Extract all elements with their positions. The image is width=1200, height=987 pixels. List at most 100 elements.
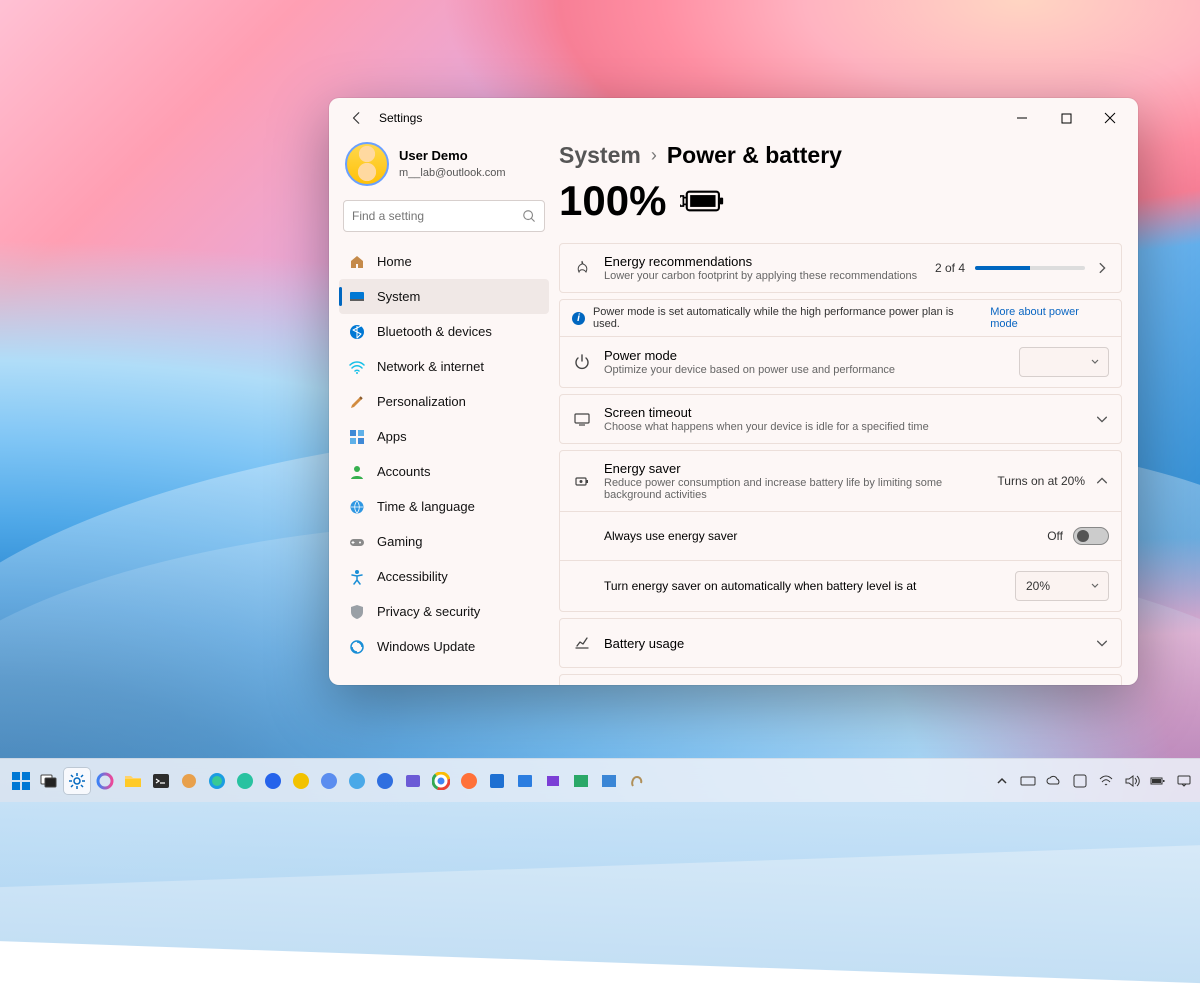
taskbar-settings[interactable] [64, 768, 90, 794]
taskbar-app-2[interactable] [260, 768, 286, 794]
nav-list: Home System Bluetooth & devices Network … [339, 244, 549, 664]
power-mode-link[interactable]: More about power mode [990, 306, 1109, 330]
power-mode-card: i Power mode is set automatically while … [559, 299, 1122, 388]
energy-saver-header[interactable]: Energy saver Reduce power consumption an… [560, 451, 1121, 511]
energy-rec-sub: Lower your carbon footprint by applying … [604, 270, 923, 282]
search-input[interactable] [352, 209, 522, 223]
breadcrumb-parent[interactable]: System [559, 142, 641, 169]
nav-bluetooth[interactable]: Bluetooth & devices [339, 314, 549, 349]
nav-gaming[interactable]: Gaming [339, 524, 549, 559]
taskbar-chrome[interactable] [428, 768, 454, 794]
energy-rec-counter: 2 of 4 [935, 261, 965, 275]
taskbar-firefox[interactable] [456, 768, 482, 794]
screen-timeout-title: Screen timeout [604, 405, 1083, 420]
nav-accessibility[interactable]: Accessibility [339, 559, 549, 594]
taskbar-app-9[interactable] [568, 768, 594, 794]
bluetooth-icon [349, 324, 365, 340]
energy-recommendations-card[interactable]: Energy recommendations Lower your carbon… [559, 243, 1122, 293]
chevron-right-icon: › [651, 145, 657, 166]
always-energy-saver-row: Always use energy saver Off [560, 512, 1121, 560]
battery-saver-icon [572, 473, 592, 489]
tray-app-icon[interactable] [1072, 773, 1088, 789]
energy-saver-card: Energy saver Reduce power consumption an… [559, 450, 1122, 612]
taskbar-apps [8, 768, 650, 794]
globe-icon [349, 499, 365, 515]
taskbar-copilot[interactable] [92, 768, 118, 794]
nav-network[interactable]: Network & internet [339, 349, 549, 384]
power-icon [572, 354, 592, 370]
tray-notifications-icon[interactable] [1176, 773, 1192, 789]
taskbar-app-6[interactable] [484, 768, 510, 794]
tray-battery-icon[interactable] [1150, 773, 1166, 789]
search-box[interactable] [343, 200, 545, 232]
breadcrumb: System › Power & battery [559, 142, 1122, 169]
power-mode-sub: Optimize your device based on power use … [604, 364, 1007, 376]
auto-energy-saver-label: Turn energy saver on automatically when … [604, 579, 1003, 593]
tray-onedrive-icon[interactable] [1046, 773, 1062, 789]
screen-timeout-sub: Choose what happens when your device is … [604, 421, 1083, 433]
tray-wifi-icon[interactable] [1098, 773, 1114, 789]
nav-personalization[interactable]: Personalization [339, 384, 549, 419]
always-energy-saver-state: Off [1047, 529, 1063, 543]
taskbar-app-5[interactable] [400, 768, 426, 794]
taskbar-app-4[interactable] [372, 768, 398, 794]
settings-window: Settings User Demo m__lab@outlook.com Ho… [329, 98, 1138, 685]
taskbar-app-7[interactable] [512, 768, 538, 794]
taskbar-edge-beta[interactable] [344, 768, 370, 794]
close-button[interactable] [1088, 103, 1132, 133]
tray-keyboard-icon[interactable] [1020, 773, 1036, 789]
energy-saver-title: Energy saver [604, 461, 985, 476]
nav-system[interactable]: System [339, 279, 549, 314]
home-icon [349, 254, 365, 270]
back-button[interactable] [341, 102, 373, 134]
maximize-button[interactable] [1044, 103, 1088, 133]
nav-windows-update[interactable]: Windows Update [339, 629, 549, 664]
taskbar-app-8[interactable] [540, 768, 566, 794]
taskbar-edge-canary[interactable] [288, 768, 314, 794]
main-content: System › Power & battery 100% Energy rec… [555, 138, 1138, 685]
taskview-button[interactable] [36, 768, 62, 794]
system-tray [994, 773, 1192, 789]
nav-home[interactable]: Home [339, 244, 549, 279]
energy-rec-progress [975, 266, 1085, 270]
taskbar-edge-dev[interactable] [232, 768, 258, 794]
nav-accounts[interactable]: Accounts [339, 454, 549, 489]
taskbar-edge[interactable] [204, 768, 230, 794]
taskbar-explorer[interactable] [120, 768, 146, 794]
profile-name: User Demo [399, 148, 506, 163]
minimize-button[interactable] [1000, 103, 1044, 133]
nav-privacy[interactable]: Privacy & security [339, 594, 549, 629]
power-mode-select[interactable] [1019, 347, 1109, 377]
nav-apps[interactable]: Apps [339, 419, 549, 454]
window-title: Settings [379, 111, 422, 125]
nav-time-language[interactable]: Time & language [339, 489, 549, 524]
taskbar-terminal[interactable] [148, 768, 174, 794]
person-icon [349, 464, 365, 480]
taskbar-app-1[interactable] [176, 768, 202, 794]
update-icon [349, 639, 365, 655]
leaf-icon [572, 260, 592, 276]
energy-saver-sub: Reduce power consumption and increase ba… [604, 477, 985, 501]
battery-hero: 100% [559, 177, 1122, 225]
auto-energy-saver-select[interactable]: 20% [1015, 571, 1109, 601]
apps-icon [349, 429, 365, 445]
search-icon [522, 209, 536, 223]
profile[interactable]: User Demo m__lab@outlook.com [339, 138, 549, 200]
tray-volume-icon[interactable] [1124, 773, 1140, 789]
taskbar [0, 758, 1200, 802]
tray-overflow-icon[interactable] [994, 773, 1010, 789]
always-energy-saver-toggle[interactable] [1073, 527, 1109, 545]
taskbar-app-11[interactable] [624, 768, 650, 794]
screen-timeout-card[interactable]: Screen timeout Choose what happens when … [559, 394, 1122, 444]
battery-usage-card[interactable]: Battery usage [559, 618, 1122, 668]
taskbar-app-10[interactable] [596, 768, 622, 794]
taskbar-app-3[interactable] [316, 768, 342, 794]
chevron-down-icon [1095, 412, 1109, 426]
power-button-controls-card[interactable]: Power button controls Choose what happen… [559, 674, 1122, 685]
start-button[interactable] [8, 768, 34, 794]
monitor-icon [572, 411, 592, 427]
battery-usage-title: Battery usage [604, 636, 1083, 651]
info-icon: i [572, 312, 585, 325]
battery-percent: 100% [559, 177, 666, 225]
chevron-down-icon [1095, 636, 1109, 650]
